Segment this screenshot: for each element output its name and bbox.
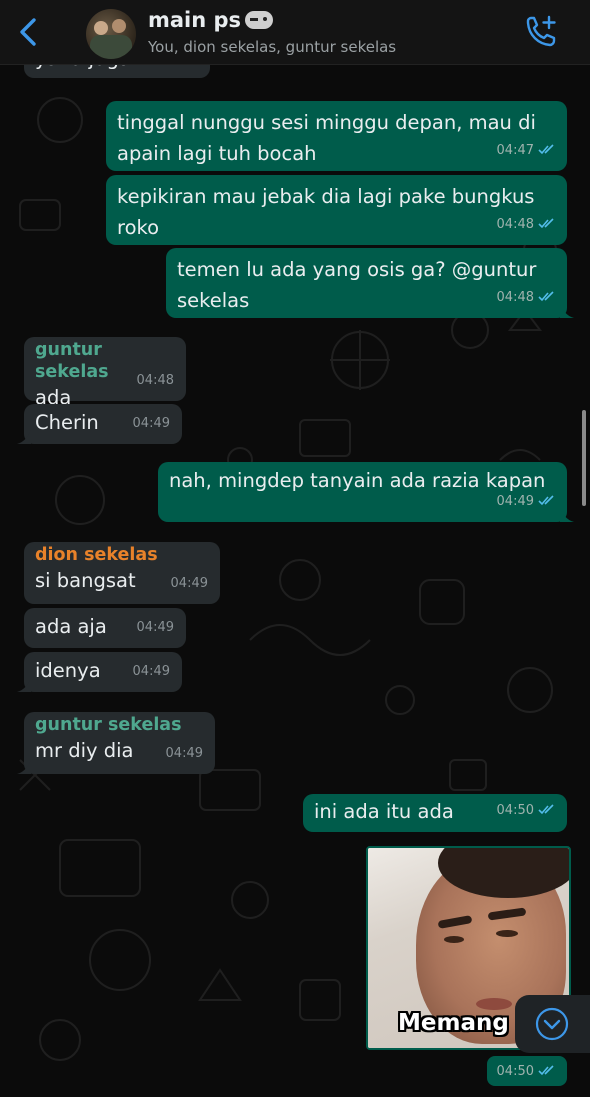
message-time: 04:50 <box>496 803 534 818</box>
message-bubble-incoming[interactable]: idenya 04:49 <box>17 652 182 692</box>
scrollbar[interactable] <box>582 410 586 506</box>
message-bubble-outgoing[interactable]: ini ada itu ada 04:50 <box>303 794 567 832</box>
message-bubble-incoming[interactable]: guntur sekelas ada 04:48 <box>24 337 186 409</box>
sender-name[interactable]: dion sekelas <box>35 544 210 566</box>
message-text-line: roko <box>117 216 160 239</box>
message-bubble-outgoing[interactable]: kepikiran mau jebak dia lagi pake bungku… <box>106 175 567 245</box>
message-time: 04:47 <box>496 143 534 158</box>
message-bubble-incoming[interactable]: ada aja 04:49 <box>24 608 186 648</box>
message-time: 04:49 <box>132 416 170 431</box>
chevron-down-icon <box>535 1007 569 1041</box>
message-meta: 04:50 <box>497 1064 555 1079</box>
message-text-line: apain lagi tuh bocah <box>117 142 317 165</box>
bubble-tail <box>17 678 31 692</box>
message-bubble-outgoing[interactable]: tinggal nunggu sesi minggu depan, mau di… <box>106 101 567 171</box>
message-text-line: tinggal nunggu sesi minggu depan, mau di <box>117 111 536 134</box>
scroll-to-bottom-button[interactable] <box>515 995 590 1053</box>
message-time: 04:48 <box>496 217 534 232</box>
image-message-meta: 04:50 <box>487 1056 567 1086</box>
message-time: 04:49 <box>165 746 203 761</box>
message-meta: 04:48 <box>497 209 555 240</box>
message-time: 04:48 <box>136 373 174 388</box>
read-receipt-icon <box>538 144 554 155</box>
message-bubble-outgoing[interactable]: temen lu ada yang osis ga? @guntur sekel… <box>166 248 574 318</box>
bubble-tail <box>17 430 31 444</box>
message-time: 04:49 <box>170 576 208 591</box>
image-detail <box>476 998 512 1010</box>
bubble-tail <box>560 304 574 318</box>
back-chevron-icon[interactable] <box>14 14 44 50</box>
image-detail <box>444 936 464 943</box>
message-time: 04:49 <box>136 620 174 635</box>
message-bubble-outgoing[interactable]: nah, mingdep tanyain ada razia kapan 04:… <box>158 462 574 522</box>
add-call-icon[interactable] <box>522 14 560 50</box>
group-avatar[interactable] <box>86 9 136 59</box>
read-receipt-icon <box>538 1065 554 1076</box>
message-time: 04:48 <box>496 290 534 305</box>
message-time: 04:49 <box>132 664 170 679</box>
image-caption: Memang <box>398 1010 509 1036</box>
message-meta: 04:47 <box>497 135 555 166</box>
sender-name[interactable]: guntur sekelas <box>35 714 205 736</box>
gamepad-emoji-icon <box>245 11 274 29</box>
message-bubble-incoming[interactable]: Cherin 04:49 <box>17 404 182 444</box>
message-meta: 04:48 <box>497 282 555 313</box>
read-receipt-icon <box>538 804 554 815</box>
message-text-line: kepikiran mau jebak dia lagi pake bungku… <box>117 185 535 208</box>
message-text-line: temen lu ada yang osis ga? @guntur <box>177 258 537 281</box>
message-meta: 04:49 <box>497 486 555 517</box>
image-detail <box>496 930 518 937</box>
chat-title-text: main ps <box>148 8 242 32</box>
message-bubble-incoming[interactable]: dion sekelas si bangsat 04:49 <box>24 542 220 604</box>
message-bubble-incoming[interactable]: guntur sekelas mr diy dia 04:49 <box>17 712 215 774</box>
participants-list[interactable]: You, dion sekelas, guntur sekelas <box>148 38 396 56</box>
message-time: 04:50 <box>496 1064 534 1079</box>
read-receipt-icon <box>538 218 554 229</box>
read-receipt-icon <box>538 495 554 506</box>
bubble-tail <box>560 508 574 522</box>
bubble-tail <box>17 760 31 774</box>
chat-header: main ps You, dion sekelas, guntur sekela… <box>0 0 590 65</box>
read-receipt-icon <box>538 291 554 302</box>
message-meta: 04:50 <box>497 795 555 826</box>
chat-title[interactable]: main ps <box>148 8 274 32</box>
message-time: 04:49 <box>496 494 534 509</box>
